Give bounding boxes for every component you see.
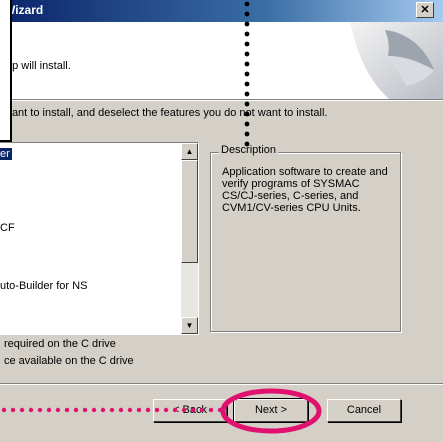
annotation-overlay [1, 1, 322, 434]
next-button-highlight [220, 388, 322, 434]
dotted-pointer-black [244, 1, 250, 147]
dotted-pointer-magenta [1, 407, 223, 413]
